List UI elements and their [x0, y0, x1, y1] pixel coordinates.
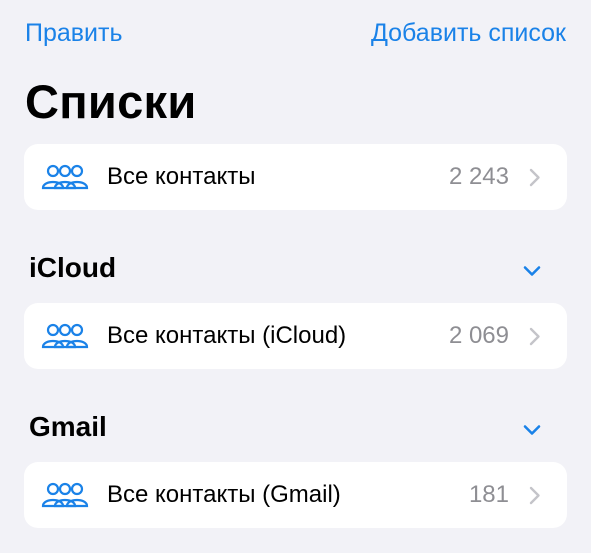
- people-group-icon: [41, 323, 89, 349]
- row-count: 2 069: [448, 322, 509, 349]
- icloud-all-contacts-row[interactable]: Все контакты (iCloud) 2 069: [24, 303, 567, 369]
- row-count: 2 243: [448, 163, 509, 190]
- chevron-right-icon: [529, 168, 540, 187]
- row-label: Все контакты: [107, 163, 256, 190]
- chevron-right-icon: [529, 486, 540, 505]
- chevron-down-icon[interactable]: [523, 424, 541, 436]
- chevron-right-icon: [529, 327, 540, 346]
- chevron-down-icon[interactable]: [523, 265, 541, 277]
- all-contacts-row[interactable]: Все контакты 2 243: [24, 144, 567, 210]
- section-header-icloud: iCloud: [29, 252, 117, 283]
- add-list-button[interactable]: Добавить список: [371, 18, 566, 48]
- people-group-icon: [41, 482, 89, 508]
- page-title: Списки: [25, 75, 197, 128]
- edit-button[interactable]: Править: [25, 18, 123, 48]
- people-group-icon: [41, 164, 89, 190]
- row-label: Все контакты (iCloud): [107, 322, 347, 349]
- section-header-gmail: Gmail: [29, 411, 107, 442]
- row-label: Все контакты (Gmail): [107, 481, 341, 508]
- gmail-all-contacts-row[interactable]: Все контакты (Gmail) 181: [24, 462, 567, 528]
- row-count: 181: [468, 481, 509, 508]
